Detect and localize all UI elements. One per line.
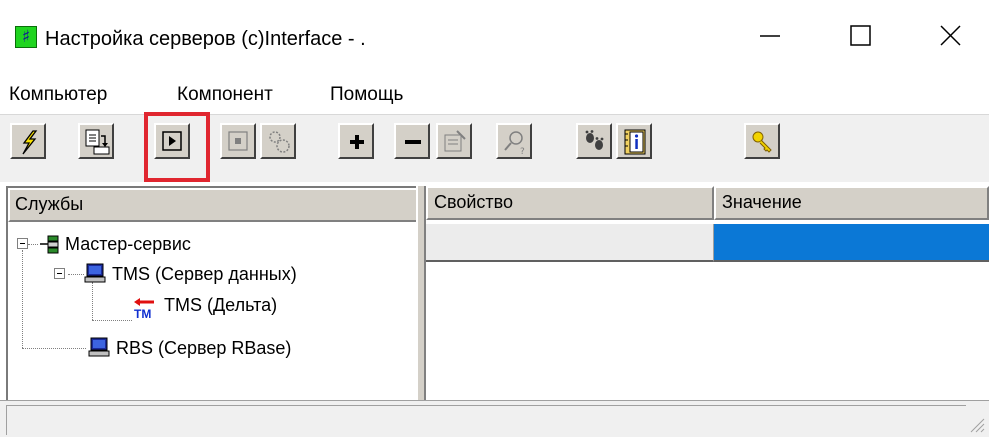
services-header-label: Службы	[15, 194, 84, 214]
menu-computer[interactable]: Компьютер	[9, 84, 107, 106]
tree-line	[92, 282, 93, 320]
collapse-toggle[interactable]	[54, 268, 65, 279]
remove-button[interactable]	[394, 123, 430, 159]
menu-help[interactable]: Помощь	[330, 84, 403, 106]
key-icon	[752, 131, 772, 153]
column-header-label: Значение	[722, 192, 802, 212]
properties-panel[interactable]: Свойство Значение	[426, 186, 989, 400]
value-cell-selected[interactable]	[714, 224, 989, 262]
trace-button[interactable]	[576, 123, 612, 159]
import-icon	[85, 129, 110, 155]
title-bar[interactable]: ♯ Настройка серверов (c)Interface - .	[0, 0, 989, 72]
footprints-icon	[585, 130, 604, 150]
tree-item-label: TMS (Сервер данных)	[112, 264, 297, 284]
properties-icon	[444, 130, 466, 152]
tree-item-label: RBS (Сервер RBase)	[116, 338, 292, 358]
services-header[interactable]: Службы	[8, 188, 418, 222]
add-button[interactable]	[338, 123, 374, 159]
tree-line	[28, 244, 38, 245]
plus-icon	[350, 135, 364, 149]
close-button[interactable]	[928, 12, 974, 58]
collapse-toggle[interactable]	[17, 238, 28, 249]
computer-icon	[88, 337, 110, 357]
menu-bar: Компьютер Компонент Помощь	[0, 72, 989, 114]
tree-item-label: Мастер-сервис	[65, 234, 191, 254]
tree-line	[92, 320, 132, 321]
tree-line	[68, 274, 84, 275]
maximize-button[interactable]	[838, 12, 884, 58]
svg-text:TM: TM	[134, 307, 151, 320]
maximize-icon	[850, 25, 871, 46]
import-button[interactable]	[78, 123, 114, 159]
minimize-button[interactable]	[748, 12, 794, 58]
status-panel	[6, 405, 966, 435]
column-header-value[interactable]: Значение	[714, 186, 989, 220]
info-button[interactable]	[616, 123, 652, 159]
computer-icon	[84, 263, 106, 283]
menu-component[interactable]: Компонент	[177, 84, 273, 106]
info-book-icon	[624, 129, 646, 155]
gears-icon	[269, 131, 290, 153]
minimize-icon	[760, 35, 780, 37]
app-logo-icon[interactable]: ♯	[15, 26, 37, 48]
stop-icon	[228, 131, 248, 151]
key-button[interactable]	[744, 123, 780, 159]
services-button[interactable]	[260, 123, 296, 159]
stop-button[interactable]	[220, 123, 256, 159]
tree-line	[22, 250, 23, 348]
window-title: Настройка серверов (c)Interface - .	[45, 28, 366, 50]
size-grip-icon[interactable]	[967, 415, 985, 433]
tree-item-label: TMS (Дельта)	[164, 295, 278, 315]
highlight-box	[144, 112, 210, 182]
services-tree-panel[interactable]: Службы Мастер-сервис TMS (Сервер данных)…	[6, 186, 424, 400]
app-logo-glyph: ♯	[21, 27, 31, 47]
properties-button[interactable]	[436, 123, 472, 159]
column-header-property[interactable]: Свойство	[426, 186, 714, 220]
svg-text:?: ?	[520, 147, 525, 156]
tree-line	[22, 348, 86, 349]
network-icon	[40, 235, 59, 254]
search-help-icon: ?	[504, 131, 525, 156]
lightning-icon	[22, 130, 38, 155]
tm-icon: TM	[134, 298, 154, 320]
find-button[interactable]: ?	[496, 123, 532, 159]
column-header-label: Свойство	[434, 192, 514, 212]
property-cell[interactable]	[426, 224, 714, 262]
close-icon	[940, 25, 961, 46]
connect-button[interactable]	[10, 123, 46, 159]
status-bar	[0, 400, 989, 437]
pane-splitter[interactable]	[416, 186, 426, 400]
minus-icon	[405, 140, 421, 144]
